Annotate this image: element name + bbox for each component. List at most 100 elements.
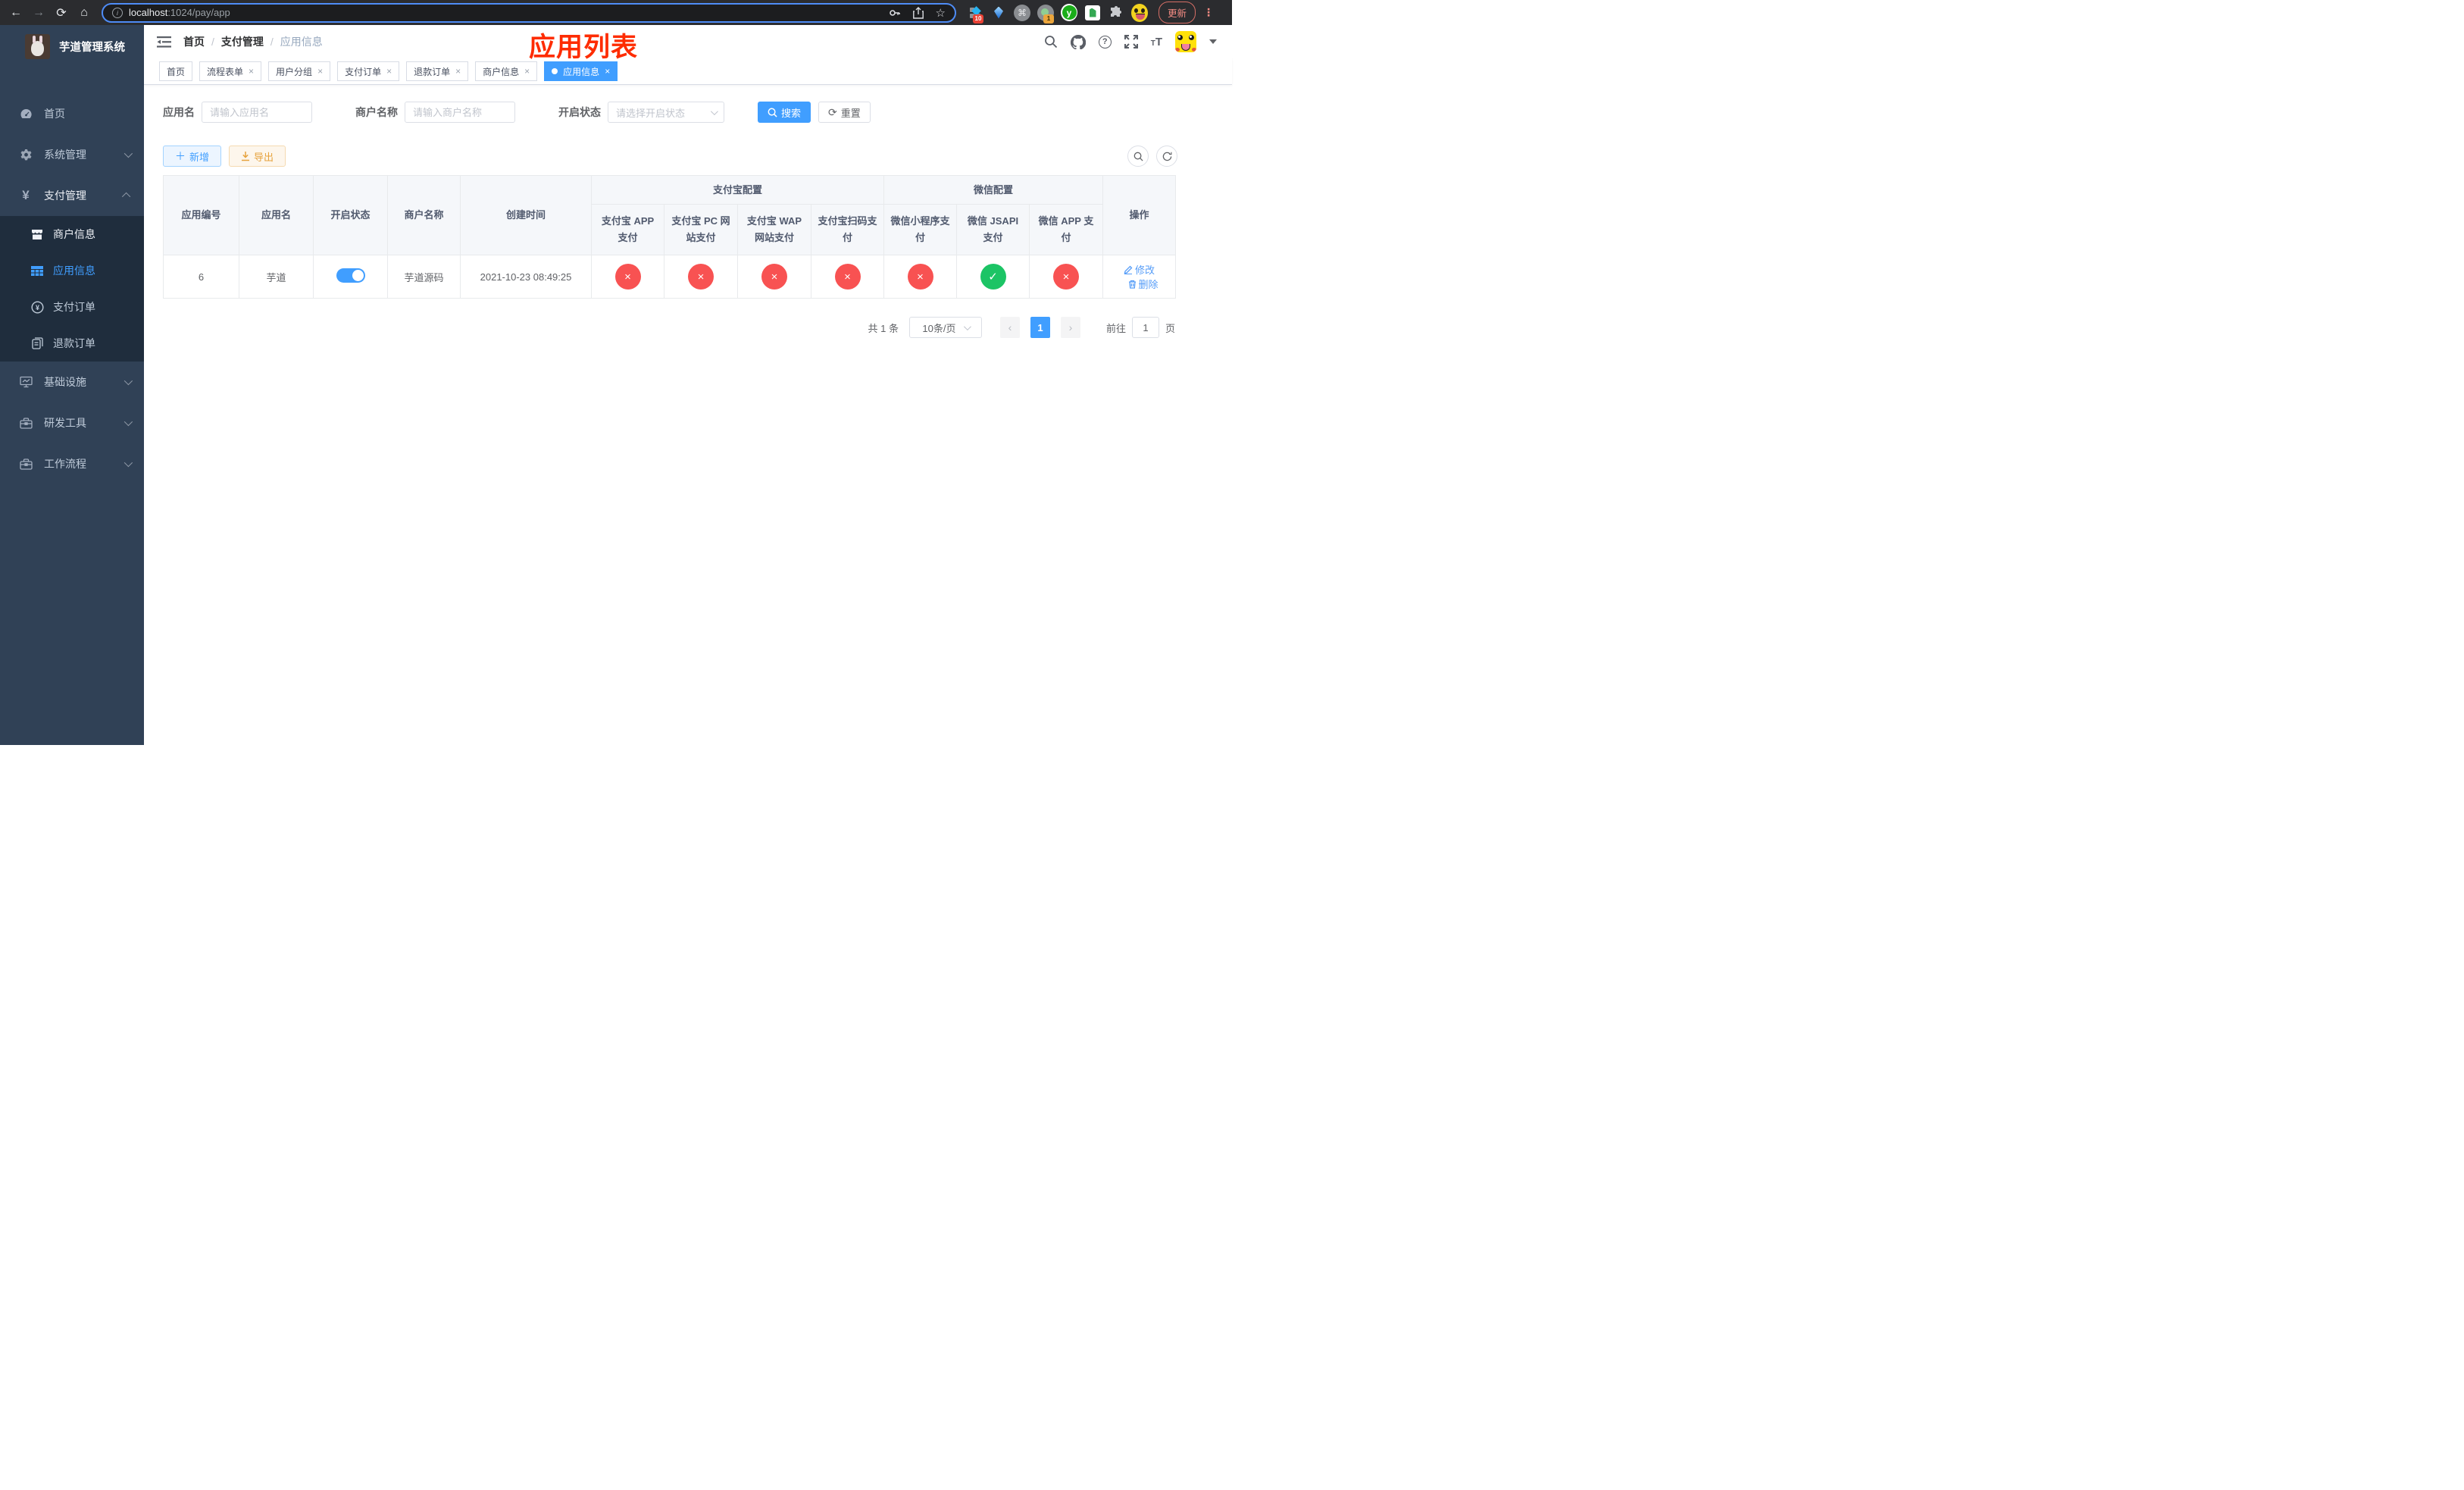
close-icon[interactable]: × bbox=[455, 66, 461, 77]
tag-pay-orders[interactable]: 支付订单 × bbox=[337, 61, 400, 81]
sidebar-item-refund-orders[interactable]: 退款订单 bbox=[0, 325, 144, 362]
show-search-toggle-button[interactable] bbox=[1127, 146, 1149, 167]
refresh-icon bbox=[1162, 152, 1171, 161]
sidebar-item-label: 研发工具 bbox=[44, 417, 86, 429]
reload-icon[interactable]: ⟳ bbox=[52, 3, 71, 23]
extension-command-icon[interactable]: ⌘ bbox=[1014, 4, 1030, 21]
sidebar-item-label: 工作流程 bbox=[44, 458, 86, 470]
page-title-annotation: 应用列表 bbox=[529, 33, 639, 62]
wx-mini-disabled-icon: × bbox=[907, 264, 933, 290]
refresh-table-button[interactable] bbox=[1156, 146, 1177, 167]
extension-badge: 1 bbox=[1043, 14, 1054, 23]
password-key-icon[interactable] bbox=[889, 7, 901, 19]
status-select[interactable]: 请选择开启状态 bbox=[608, 102, 724, 123]
sidebar-item-label: 支付订单 bbox=[53, 301, 95, 313]
wx-jsapi-enabled-icon: ✓ bbox=[980, 264, 1006, 290]
col-header-created: 创建时间 bbox=[460, 175, 592, 255]
delete-button[interactable]: 删除 bbox=[1128, 277, 1159, 291]
sidebar-item-infrastructure[interactable]: 基础设施 bbox=[0, 362, 144, 402]
site-info-icon[interactable]: i bbox=[112, 7, 123, 18]
sidebar-logo[interactable]: 芋道管理系统 bbox=[0, 25, 144, 67]
prev-page-button[interactable]: ‹ bbox=[999, 317, 1020, 338]
page-content: 应用名 商户名称 开启状态 请选择开启状态 搜索 ⟳ 重置 bbox=[144, 85, 1232, 745]
tags-view-bar: 首页 流程表单 × 用户分组 × 支付订单 × 退款订单 × 商户信息 × 应用信息 × bbox=[144, 58, 1232, 85]
export-button[interactable]: 导出 bbox=[229, 146, 286, 167]
search-button[interactable]: 搜索 bbox=[758, 102, 811, 123]
sidebar-item-system[interactable]: 系统管理 bbox=[0, 134, 144, 175]
user-avatar[interactable] bbox=[1175, 31, 1196, 52]
col-header-status: 开启状态 bbox=[313, 175, 388, 255]
add-button[interactable]: ＋ 新增 bbox=[163, 146, 222, 167]
close-icon[interactable]: × bbox=[386, 66, 392, 77]
logo-avatar bbox=[25, 33, 50, 59]
tag-process-form[interactable]: 流程表单 × bbox=[199, 61, 262, 81]
browser-menu-icon[interactable]: ⋮ bbox=[1203, 6, 1214, 19]
extensions-puzzle-icon[interactable] bbox=[1108, 5, 1124, 21]
forward-icon[interactable]: → bbox=[29, 3, 48, 23]
group-header-alipay: 支付宝配置 bbox=[590, 175, 885, 205]
help-icon[interactable]: ? bbox=[1098, 35, 1112, 49]
breadcrumb-pay[interactable]: 支付管理 bbox=[221, 34, 264, 49]
page-size-select[interactable]: 10条/页 bbox=[908, 317, 982, 338]
close-icon[interactable]: × bbox=[524, 66, 530, 77]
home-icon[interactable]: ⌂ bbox=[74, 3, 94, 23]
sidebar-item-dev-tools[interactable]: 研发工具 bbox=[0, 402, 144, 443]
sidebar-item-app-info[interactable]: 应用信息 bbox=[0, 252, 144, 289]
col-header-wx-mini: 微信小程序支付 bbox=[883, 204, 958, 255]
sidebar-item-workflow[interactable]: 工作流程 bbox=[0, 443, 144, 484]
profile-avatar[interactable] bbox=[1131, 3, 1148, 22]
status-toggle-on[interactable] bbox=[336, 268, 365, 283]
sidebar-item-merchant-info[interactable]: 商户信息 bbox=[0, 216, 144, 252]
table-row: 6 芋道 芋道源码 2021-10-23 08:49:25 × × × × × … bbox=[163, 255, 1177, 299]
close-icon[interactable]: × bbox=[317, 66, 323, 77]
edit-button[interactable]: 修改 bbox=[1124, 262, 1155, 277]
extension-doc-icon[interactable] bbox=[1084, 5, 1101, 21]
reset-button[interactable]: ⟳ 重置 bbox=[818, 102, 871, 123]
monitor-icon bbox=[17, 376, 35, 388]
sidebar-fold-icon[interactable] bbox=[157, 36, 171, 49]
github-icon[interactable] bbox=[1070, 34, 1086, 49]
tag-user-group[interactable]: 用户分组 × bbox=[268, 61, 331, 81]
extension-kite-icon[interactable] bbox=[990, 5, 1007, 21]
col-header-wx-jsapi: 微信 JSAPI 支付 bbox=[956, 204, 1030, 255]
fullscreen-icon[interactable] bbox=[1124, 35, 1138, 49]
pay-submenu: 商户信息 应用信息 ¥ 支付订单 退款订单 bbox=[0, 216, 144, 362]
sidebar-item-pay[interactable]: ¥ 支付管理 bbox=[0, 175, 144, 216]
tag-refund-orders[interactable]: 退款订单 × bbox=[406, 61, 469, 81]
plus-icon: ＋ bbox=[175, 150, 186, 162]
close-icon[interactable]: × bbox=[605, 66, 610, 77]
extension-camera-icon[interactable]: 1 bbox=[1037, 4, 1054, 23]
search-icon[interactable] bbox=[1044, 35, 1058, 49]
page-unit-label: 页 bbox=[1165, 322, 1175, 334]
current-page-button[interactable]: 1 bbox=[1030, 317, 1050, 338]
dashboard-icon bbox=[17, 108, 35, 121]
goto-label: 前往 bbox=[1105, 322, 1126, 334]
merchant-name-input[interactable] bbox=[405, 102, 515, 123]
coin-yen-icon: ¥ bbox=[29, 300, 45, 314]
close-icon[interactable]: × bbox=[249, 66, 254, 77]
sidebar-item-pay-orders[interactable]: ¥ 支付订单 bbox=[0, 289, 144, 325]
next-page-button[interactable]: › bbox=[1060, 317, 1080, 338]
app-name-input[interactable] bbox=[202, 102, 312, 123]
bookmark-star-icon[interactable]: ☆ bbox=[936, 6, 946, 20]
browser-update-button[interactable]: 更新 bbox=[1159, 2, 1196, 23]
user-caret-icon[interactable] bbox=[1209, 39, 1217, 44]
extension-y-icon[interactable]: y bbox=[1061, 4, 1077, 21]
breadcrumb-current: 应用信息 bbox=[280, 36, 323, 48]
share-icon[interactable] bbox=[912, 6, 924, 19]
tag-merchant-info[interactable]: 商户信息 × bbox=[475, 61, 538, 81]
sidebar-item-label: 商户信息 bbox=[53, 228, 95, 240]
search-icon bbox=[1134, 152, 1143, 161]
document-icon bbox=[29, 337, 45, 349]
sidebar-item-label: 基础设施 bbox=[44, 376, 86, 388]
breadcrumb-home[interactable]: 首页 bbox=[183, 34, 205, 49]
address-bar[interactable]: i localhost:1024/pay/app ☆ bbox=[102, 2, 956, 23]
tag-home[interactable]: 首页 bbox=[159, 61, 193, 81]
extension-grid-icon[interactable]: 10 bbox=[967, 5, 983, 23]
back-icon[interactable]: ← bbox=[6, 3, 26, 23]
font-size-icon[interactable]: TT bbox=[1151, 36, 1162, 49]
svg-text:¥: ¥ bbox=[35, 304, 39, 311]
sidebar-item-home[interactable]: 首页 bbox=[0, 93, 144, 134]
url-text[interactable]: localhost:1024/pay/app bbox=[129, 7, 230, 18]
goto-page-input[interactable] bbox=[1131, 317, 1159, 338]
